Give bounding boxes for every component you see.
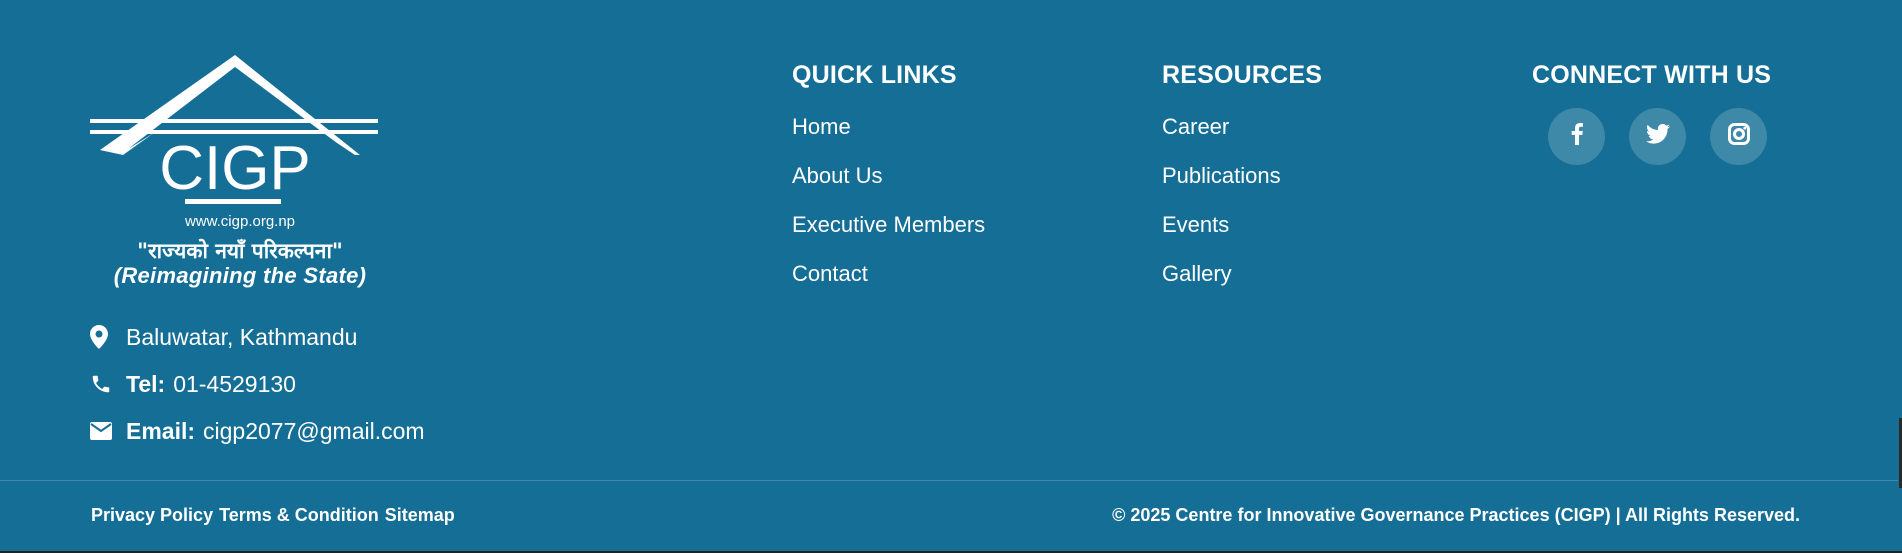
- footer-divider: [0, 480, 1902, 481]
- address-text: Baluwatar, Kathmandu: [126, 323, 358, 350]
- resources-title: RESOURCES: [1162, 61, 1323, 89]
- contact-info: Baluwatar, Kathmandu Tel: 01-4529130 Ema…: [90, 322, 425, 463]
- email-value[interactable]: cigp2077@gmail.com: [203, 418, 425, 445]
- twitter-icon: [1645, 124, 1670, 149]
- link-events[interactable]: Events: [1162, 210, 1322, 259]
- copyright-text: © 2025 Centre for Innovative Governance …: [1112, 505, 1800, 525]
- tel-label: Tel:: [126, 370, 166, 397]
- link-gallery[interactable]: Gallery: [1162, 259, 1322, 308]
- link-terms-condition[interactable]: Terms & Condition: [219, 505, 379, 526]
- cigp-logo[interactable]: CIGP www.cigp.org.np "राज्यको नयाँ परिकल…: [90, 55, 380, 295]
- link-career[interactable]: Career: [1162, 112, 1322, 161]
- resources-column: RESOURCES Career Publications Events Gal…: [1162, 58, 1322, 308]
- logo-roof-graphic: CIGP: [90, 55, 378, 204]
- connect-title: CONNECT WITH US: [1532, 61, 1772, 89]
- tel-value[interactable]: 01-4529130: [173, 371, 296, 398]
- link-contact[interactable]: Contact: [792, 259, 985, 308]
- contact-address: Baluwatar, Kathmandu: [90, 322, 425, 352]
- quick-links-column: QUICK LINKS Home About Us Executive Memb…: [792, 58, 985, 308]
- social-links: [1548, 108, 1772, 165]
- logo-slogan-nepali: "राज्यको नयाँ परिकल्पना": [137, 239, 343, 263]
- instagram-icon: [1727, 123, 1750, 150]
- logo-slogan-english: (Reimagining the State): [113, 263, 367, 288]
- location-pin-icon: [90, 325, 126, 349]
- site-footer: CIGP www.cigp.org.np "राज्यको नयाँ परिकल…: [0, 0, 1902, 553]
- contact-email[interactable]: Email: cigp2077@gmail.com: [90, 416, 425, 446]
- link-home[interactable]: Home: [792, 112, 985, 161]
- facebook-button[interactable]: [1548, 108, 1605, 165]
- link-about-us[interactable]: About Us: [792, 161, 985, 210]
- scrollbar-track[interactable]: [1898, 0, 1902, 553]
- connect-column: CONNECT WITH US: [1532, 58, 1772, 165]
- phone-icon: [90, 373, 126, 395]
- quick-links-title: QUICK LINKS: [792, 61, 957, 89]
- contact-phone[interactable]: Tel: 01-4529130: [90, 369, 425, 399]
- logo-url: www.cigp.org.np: [184, 213, 296, 230]
- facebook-icon: [1571, 123, 1583, 150]
- link-privacy-policy[interactable]: Privacy Policy: [91, 505, 213, 526]
- legal-links: Privacy Policy Terms & Condition Sitemap: [91, 505, 455, 526]
- email-label: Email:: [126, 417, 196, 444]
- instagram-button[interactable]: [1710, 108, 1767, 165]
- link-publications[interactable]: Publications: [1162, 161, 1322, 210]
- link-sitemap[interactable]: Sitemap: [385, 505, 455, 526]
- link-executive-members[interactable]: Executive Members: [792, 210, 985, 259]
- mail-icon: [90, 422, 126, 440]
- twitter-button[interactable]: [1629, 108, 1686, 165]
- svg-text:CIGP: CIGP: [159, 134, 311, 203]
